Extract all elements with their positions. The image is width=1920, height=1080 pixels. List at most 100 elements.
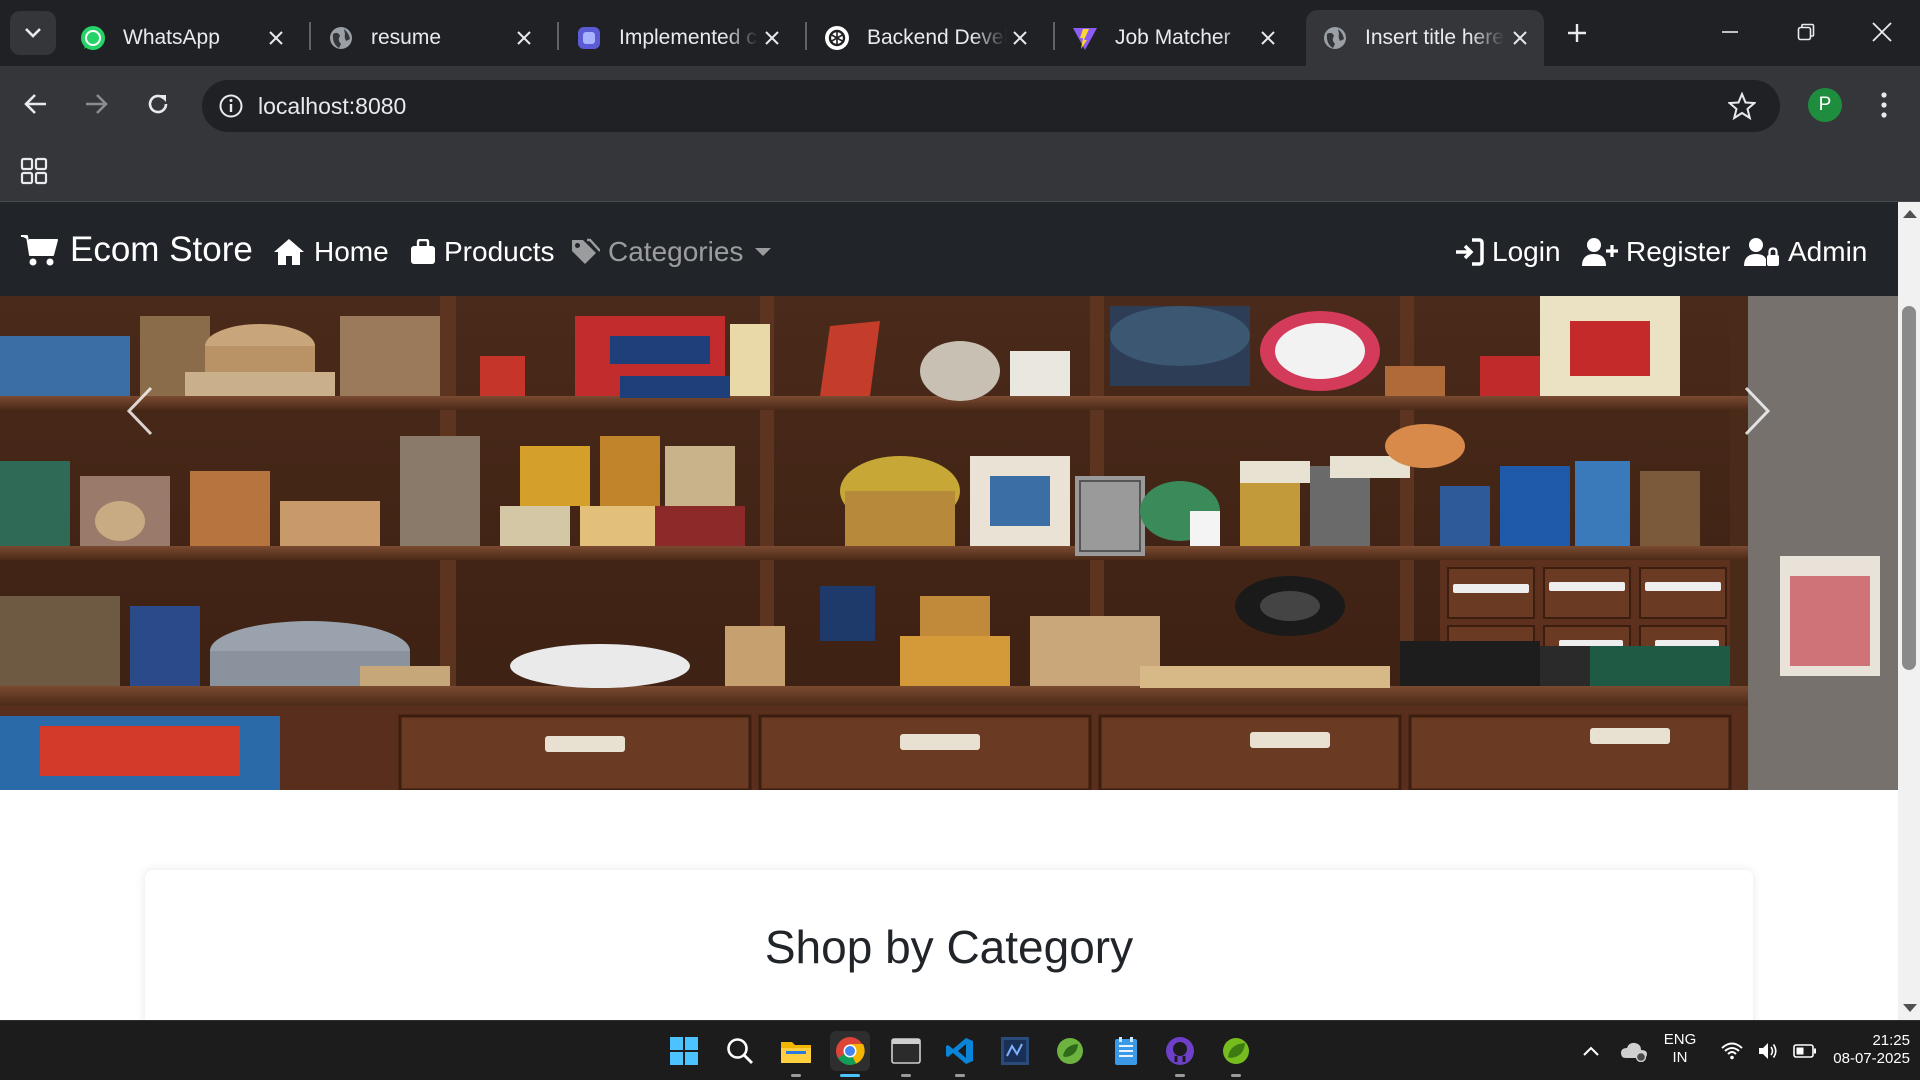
nav-label: Home bbox=[314, 236, 389, 267]
nav-admin[interactable]: Admin bbox=[1744, 232, 1867, 272]
start-icon[interactable] bbox=[664, 1031, 704, 1071]
nav-register[interactable]: Register bbox=[1582, 232, 1730, 272]
vite-icon bbox=[1071, 24, 1099, 52]
spring-boot-icon[interactable] bbox=[1216, 1031, 1256, 1077]
user-plus-icon bbox=[1582, 238, 1618, 266]
scrollbar-thumb[interactable] bbox=[1902, 306, 1916, 670]
shopping-cart-icon bbox=[21, 235, 58, 266]
file-explorer-icon[interactable] bbox=[776, 1031, 816, 1077]
chevron-left-icon bbox=[126, 386, 153, 436]
region-code: IN bbox=[1672, 1049, 1688, 1066]
wifi-icon bbox=[1721, 1042, 1743, 1060]
apps-grid-icon[interactable] bbox=[20, 157, 48, 185]
chrome-icon[interactable] bbox=[830, 1031, 870, 1077]
whatsapp-icon bbox=[79, 24, 107, 52]
tab-title: Backend Devel bbox=[867, 26, 1007, 49]
carousel-next-button[interactable] bbox=[1727, 376, 1787, 446]
site-info-icon[interactable] bbox=[216, 91, 246, 121]
hero-carousel[interactable] bbox=[0, 296, 1898, 790]
bookmark-star-icon[interactable] bbox=[1728, 92, 1756, 120]
caret-down-icon bbox=[755, 248, 772, 256]
address-bar[interactable]: localhost:8080 bbox=[202, 80, 1780, 132]
section-title: Shop by Category bbox=[764, 921, 1134, 973]
user-lock-icon bbox=[1744, 238, 1779, 266]
vscode-icon[interactable] bbox=[940, 1031, 980, 1077]
globe-icon bbox=[327, 24, 355, 52]
carousel-prev-button[interactable] bbox=[110, 376, 170, 446]
restore-icon bbox=[1797, 23, 1815, 41]
forward-button[interactable] bbox=[76, 84, 116, 124]
profile-avatar[interactable]: P bbox=[1808, 88, 1842, 122]
nav-login[interactable]: Login bbox=[1454, 232, 1561, 272]
quick-settings-tray[interactable] bbox=[1714, 1031, 1824, 1071]
back-button[interactable] bbox=[16, 84, 56, 124]
tab-title: Job Matcher bbox=[1115, 26, 1231, 49]
tab-separator bbox=[309, 22, 311, 50]
nav-label: Register bbox=[1626, 236, 1731, 267]
nav-products[interactable]: Products bbox=[410, 232, 555, 272]
globe-icon bbox=[1321, 24, 1349, 52]
close-icon[interactable] bbox=[760, 26, 784, 50]
running-indicator bbox=[791, 1074, 801, 1077]
windows-taskbar: ENG IN 21:25 08-07-2025 bbox=[0, 1020, 1920, 1080]
box-icon bbox=[411, 239, 435, 264]
bookmarks-bar bbox=[0, 146, 1920, 202]
nav-home[interactable]: Home bbox=[272, 232, 389, 272]
tab-implemented[interactable]: Implemented c bbox=[560, 10, 796, 66]
new-tab-button[interactable] bbox=[1560, 16, 1594, 50]
running-indicator bbox=[1231, 1074, 1241, 1077]
tab-separator bbox=[1053, 22, 1055, 50]
page-scrollbar[interactable] bbox=[1898, 202, 1920, 1020]
close-icon[interactable] bbox=[264, 26, 288, 50]
nav-label: Login bbox=[1492, 236, 1561, 267]
browser-tab-strip: WhatsApp resume Implemented c Backend De… bbox=[0, 0, 1920, 66]
close-icon[interactable] bbox=[512, 26, 536, 50]
volume-icon bbox=[1759, 1043, 1777, 1059]
running-indicator bbox=[1175, 1074, 1185, 1077]
tab-backend-developer[interactable]: Backend Devel bbox=[808, 10, 1044, 66]
category-section-card: Shop by Category bbox=[145, 870, 1753, 1020]
tab-resume[interactable]: resume bbox=[312, 10, 548, 66]
close-icon[interactable] bbox=[1256, 26, 1280, 50]
minimize-button[interactable] bbox=[1710, 12, 1750, 52]
running-indicator bbox=[955, 1074, 965, 1077]
app-icon bbox=[575, 24, 603, 52]
tab-title: WhatsApp bbox=[123, 26, 220, 49]
onedrive-icon[interactable] bbox=[1614, 1031, 1654, 1071]
close-icon[interactable] bbox=[1508, 26, 1532, 50]
terminal-icon[interactable] bbox=[886, 1031, 926, 1077]
close-icon[interactable] bbox=[1008, 26, 1032, 50]
github-desktop-icon[interactable] bbox=[1160, 1031, 1200, 1077]
clock-time: 21:25 bbox=[1872, 1032, 1910, 1049]
running-indicator bbox=[901, 1074, 911, 1077]
language-code: ENG bbox=[1663, 1031, 1697, 1048]
tab-whatsapp[interactable]: WhatsApp bbox=[64, 10, 300, 66]
intellij-icon[interactable] bbox=[995, 1031, 1035, 1071]
tab-separator bbox=[805, 22, 807, 50]
tags-icon bbox=[572, 238, 600, 264]
search-icon[interactable] bbox=[720, 1031, 760, 1071]
reload-button[interactable] bbox=[138, 84, 178, 124]
notepad-icon[interactable] bbox=[1106, 1031, 1146, 1071]
arrow-left-icon bbox=[24, 94, 46, 114]
tab-search-button[interactable] bbox=[10, 11, 56, 55]
close-window-button[interactable] bbox=[1862, 12, 1902, 52]
tab-job-matcher[interactable]: Job Matcher bbox=[1056, 10, 1292, 66]
tab-title: Insert title here bbox=[1365, 26, 1504, 49]
brand-link[interactable]: Ecom Store bbox=[20, 230, 253, 270]
scroll-down-arrow-icon[interactable] bbox=[1903, 1004, 1917, 1012]
scroll-up-arrow-icon[interactable] bbox=[1903, 210, 1917, 218]
url-text[interactable]: localhost:8080 bbox=[258, 93, 406, 120]
nav-categories-dropdown[interactable]: Categories bbox=[570, 232, 772, 272]
more-menu-icon[interactable] bbox=[1872, 88, 1896, 122]
clock[interactable]: 21:25 08-07-2025 bbox=[1810, 1032, 1910, 1068]
page-viewport: Ecom Store Home Products Categories Logi… bbox=[0, 202, 1920, 1020]
login-icon bbox=[1456, 238, 1484, 266]
plus-icon bbox=[1568, 24, 1586, 42]
tab-insert-title[interactable]: Insert title here bbox=[1306, 10, 1544, 66]
input-language[interactable]: ENG IN bbox=[1660, 1031, 1700, 1067]
spring-tools-icon[interactable] bbox=[1050, 1031, 1090, 1071]
restore-button[interactable] bbox=[1786, 12, 1826, 52]
chevron-up-icon[interactable] bbox=[1571, 1031, 1611, 1071]
nav-label: Products bbox=[444, 236, 555, 267]
